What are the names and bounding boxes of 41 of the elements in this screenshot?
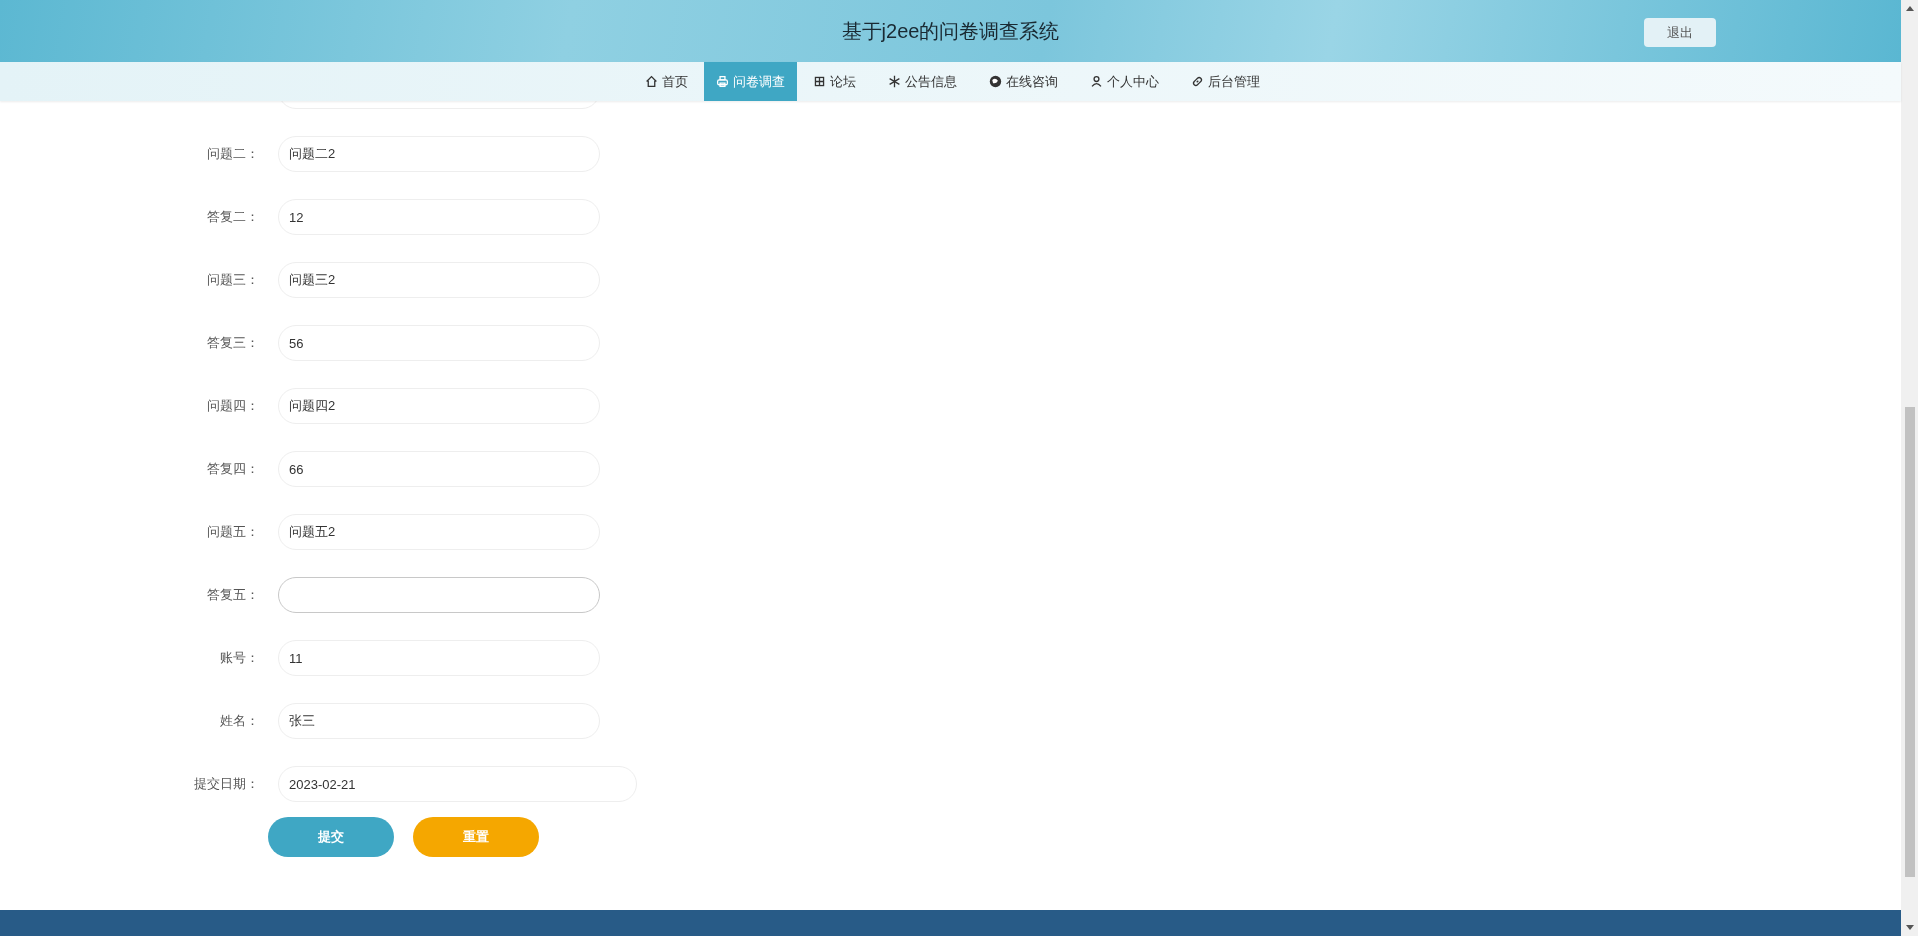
scroll-up-icon[interactable] — [1905, 6, 1914, 11]
scroll-down-icon[interactable] — [1905, 925, 1914, 930]
logout-button[interactable]: 退出 — [1644, 18, 1716, 47]
nav-tab[interactable]: 首页 — [629, 62, 704, 101]
field-label: 问题五： — [206, 523, 259, 542]
input-field[interactable]: 问题四2 — [278, 388, 600, 424]
field-label: 姓名： — [219, 712, 259, 731]
field-label: 答复四： — [206, 460, 259, 479]
field-label: 答复五： — [206, 586, 259, 605]
input-field[interactable]: 问题二2 — [278, 136, 600, 172]
field-label: 提交日期： — [193, 775, 259, 794]
user-icon — [1090, 75, 1103, 88]
globe-icon — [989, 75, 1002, 88]
input-field[interactable] — [278, 577, 600, 613]
snowflake-icon — [888, 75, 901, 88]
field-label: 账号： — [219, 649, 259, 668]
nav-tab[interactable]: 后台管理 — [1175, 62, 1276, 101]
field-label: 问题四： — [206, 397, 259, 416]
input-field[interactable]: 问题五2 — [278, 514, 600, 550]
input-field[interactable]: 11 — [278, 640, 600, 676]
nav-tab[interactable]: 公告信息 — [872, 62, 973, 101]
link-icon — [1191, 75, 1204, 88]
input-field[interactable]: 66 — [278, 451, 600, 487]
input-field[interactable]: 2023-02-21 — [278, 766, 637, 802]
site-title: 基于j2ee的问卷调查系统 — [841, 19, 1060, 44]
input-field[interactable]: 12 — [278, 199, 600, 235]
scrollbar[interactable] — [1901, 0, 1918, 936]
nav-tab[interactable]: 个人中心 — [1074, 62, 1175, 101]
input-field[interactable]: 问题三2 — [278, 262, 600, 298]
printer-icon — [716, 75, 729, 88]
home-icon — [645, 75, 658, 88]
nav-tab[interactable]: 在线咨询 — [973, 62, 1074, 101]
input-field[interactable]: 张三 — [278, 703, 600, 739]
field-label: 问题二： — [206, 145, 259, 164]
field-label: 答复三： — [206, 334, 259, 353]
field-label: 答复二： — [206, 208, 259, 227]
grid-icon — [813, 75, 826, 88]
field-label: 问题三： — [206, 271, 259, 290]
nav-tab[interactable]: 论坛 — [797, 62, 872, 101]
input-field[interactable]: 56 — [278, 325, 600, 361]
scrollbar-thumb[interactable] — [1904, 407, 1915, 877]
